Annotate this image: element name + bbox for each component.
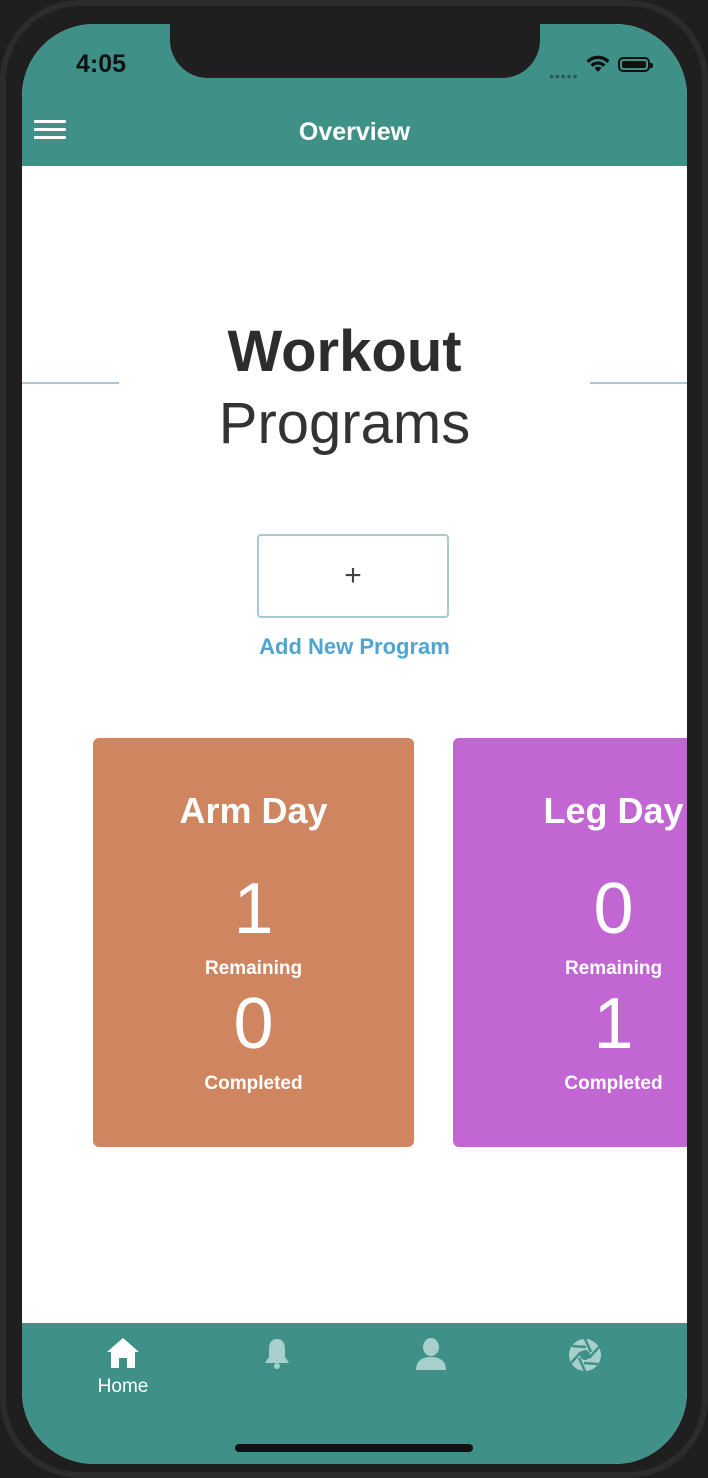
app-screen: 4:05 ••••• Overview Workout Programs + A…	[22, 24, 687, 1464]
plus-icon: +	[344, 559, 362, 592]
heading-workout: Workout	[227, 319, 462, 384]
tab-bar: Home	[22, 1323, 687, 1464]
home-indicator[interactable]	[235, 1444, 473, 1452]
cellular-signal-icon: •••••	[549, 68, 579, 84]
aperture-icon	[569, 1338, 601, 1372]
card-title: Arm Day	[179, 790, 328, 831]
tab-home-label: Home	[97, 1376, 149, 1397]
completed-label: Completed	[204, 1073, 303, 1094]
person-icon	[416, 1338, 446, 1370]
remaining-label: Remaining	[564, 958, 663, 979]
add-program-link[interactable]: Add New Program	[22, 634, 687, 660]
program-card-arm-day[interactable]: Arm Day 1 Remaining 0 Completed	[93, 738, 414, 1147]
completed-count: 0	[233, 984, 274, 1064]
wifi-icon	[586, 55, 610, 72]
status-time: 4:05	[76, 50, 127, 78]
remaining-label: Remaining	[204, 958, 303, 979]
remaining-count: 1	[233, 869, 274, 949]
main-content: Workout Programs + Add New Program Arm D…	[22, 166, 687, 1323]
home-icon	[107, 1338, 139, 1368]
remaining-count: 0	[593, 869, 634, 949]
navigation-bar: Overview	[22, 104, 687, 166]
battery-icon	[618, 57, 653, 72]
card-title: Leg Day	[543, 790, 684, 831]
program-card-leg-day[interactable]: Leg Day 0 Remaining 1 Completed	[453, 738, 687, 1147]
completed-label: Completed	[564, 1073, 663, 1094]
tab-camera[interactable]	[540, 1337, 630, 1397]
device-notch	[170, 24, 540, 78]
tab-notifications[interactable]	[232, 1337, 322, 1397]
completed-count: 1	[593, 984, 634, 1064]
tab-home[interactable]: Home	[78, 1337, 168, 1397]
tab-profile[interactable]	[386, 1337, 476, 1397]
add-program-button[interactable]: +	[257, 534, 449, 618]
page-title: Overview	[298, 118, 411, 146]
status-bar: 4:05 •••••	[22, 24, 687, 104]
heading-programs: Programs	[218, 391, 471, 456]
bell-icon	[265, 1339, 289, 1369]
